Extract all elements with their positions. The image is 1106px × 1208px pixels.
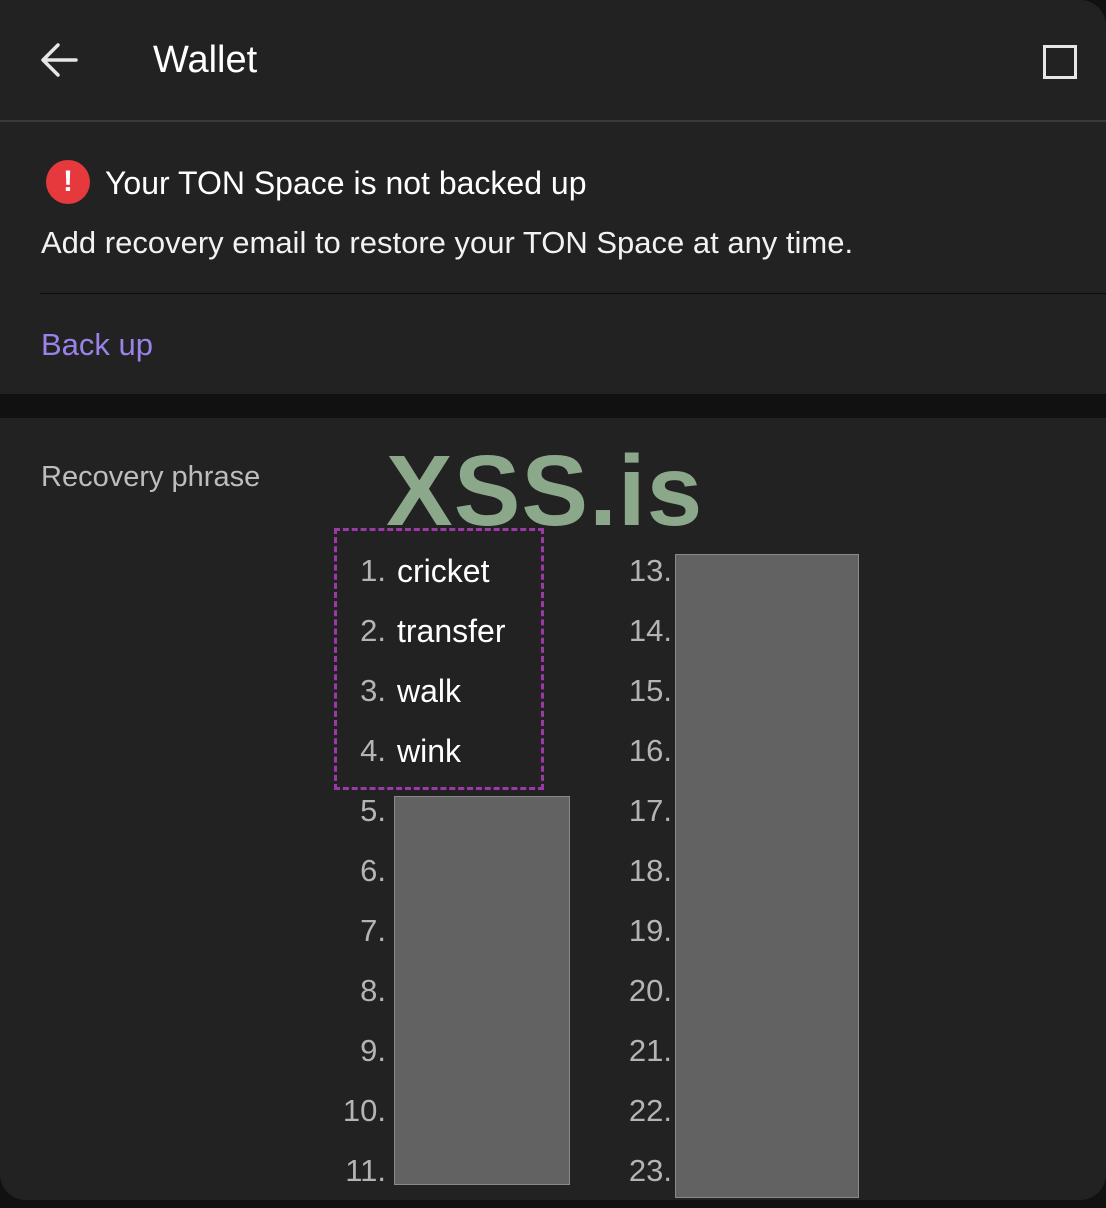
banner-text: Add recovery email to restore your TON S… [41,225,854,260]
page-title: Wallet [153,39,258,81]
arrow-left-icon [41,43,78,77]
word-number: 19. [628,913,672,948]
word-number: 15. [628,673,672,708]
word-number: 5. [360,793,386,828]
wallet-window: Wallet ! Your TON Space is not backed up… [0,0,1106,1200]
back-up-button[interactable]: Back up [41,324,153,366]
back-button[interactable] [34,36,86,84]
section-label: Recovery phrase [41,461,261,493]
header-bar: Wallet [0,0,1106,122]
highlight-box [334,528,544,790]
word-number: 23. [628,1153,672,1188]
section-gap [0,394,1106,418]
word-number: 10. [342,1093,386,1128]
word-number: 9. [360,1033,386,1068]
exclamation-circle-icon: ! [46,160,90,204]
word-number: 7. [360,913,386,948]
word-number: 16. [628,733,672,768]
word-number: 6. [360,853,386,888]
word-number: 17. [628,793,672,828]
word-number: 11. [345,1153,386,1188]
divider [40,293,1106,294]
maximize-button[interactable] [1038,40,1080,82]
word-number: 22. [628,1093,672,1128]
redaction-mask [394,796,570,1185]
banner-title: Your TON Space is not backed up [105,165,587,201]
word-number: 21. [628,1033,672,1068]
word-number: 13. [628,553,672,588]
word-number: 8. [360,973,386,1008]
maximize-square-icon [1043,45,1077,79]
word-number: 14. [628,613,672,648]
word-number: 18. [628,853,672,888]
word-number: 20. [628,973,672,1008]
redaction-mask [675,554,859,1198]
